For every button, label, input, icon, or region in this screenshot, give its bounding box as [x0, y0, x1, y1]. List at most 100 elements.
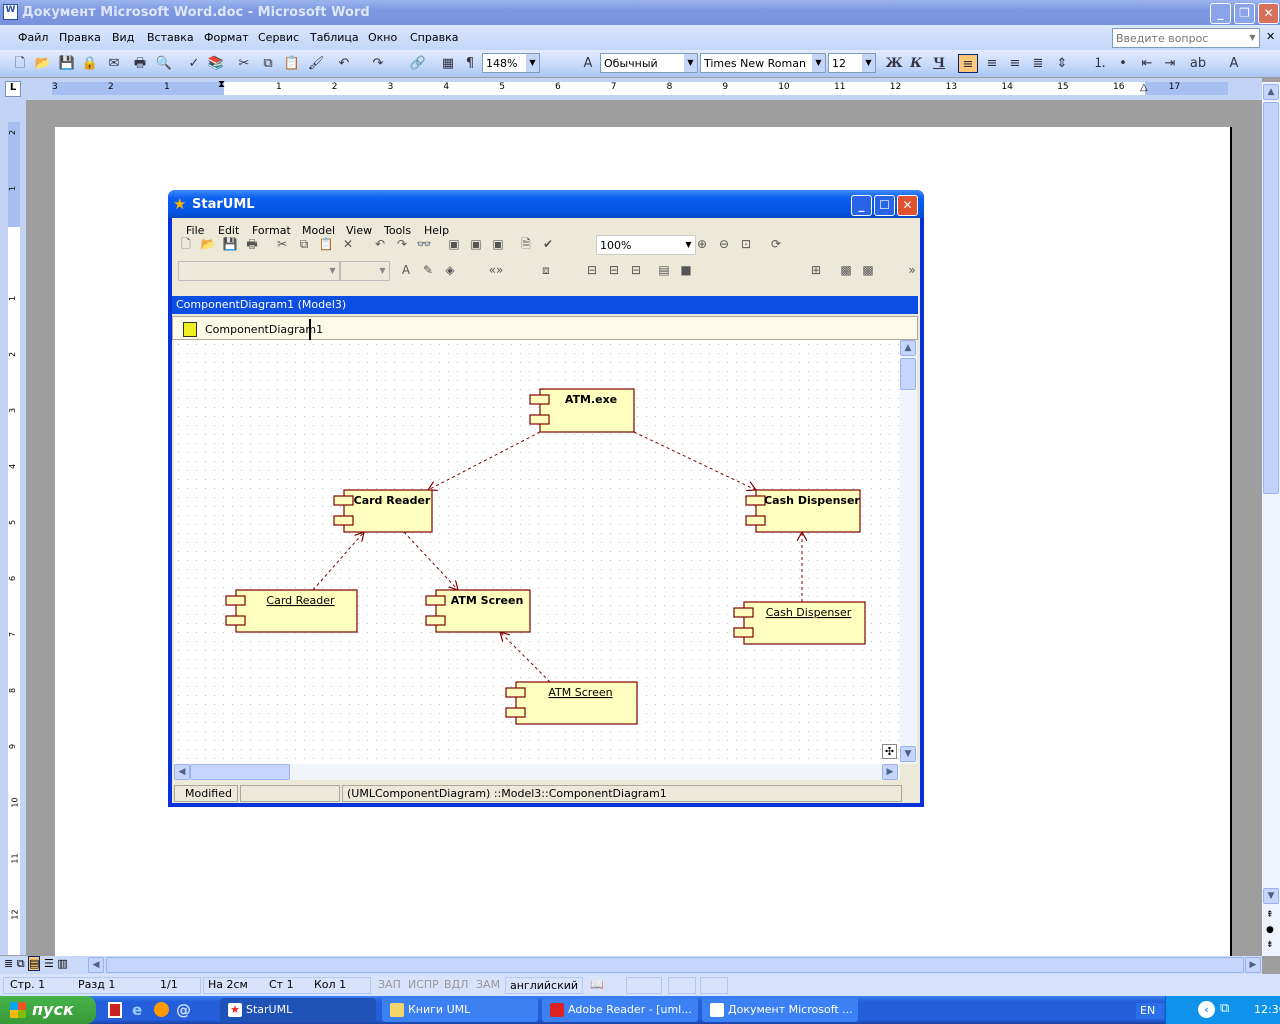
- menu-format[interactable]: Формат: [204, 31, 249, 44]
- scroll-right-button[interactable]: ▶: [1245, 957, 1261, 973]
- show-formatting-icon[interactable]: ¶: [460, 54, 480, 73]
- right-indent-marker-icon[interactable]: △: [1140, 82, 1148, 93]
- status-trk[interactable]: ИСПР: [404, 977, 443, 994]
- line-spacing-icon[interactable]: ⇕: [1052, 54, 1072, 73]
- staruml-zoom-select[interactable]: 100% ▼: [596, 235, 696, 255]
- menu-edit[interactable]: Правка: [59, 31, 101, 44]
- component-card-readerinstance[interactable]: Card Reader: [225, 589, 358, 633]
- diagram-icon-1[interactable]: ▣: [444, 234, 464, 254]
- new-document-icon[interactable]: 🗋: [10, 54, 30, 73]
- paste-icon[interactable]: 📋: [282, 54, 302, 73]
- menu-table[interactable]: Таблица: [310, 31, 359, 44]
- back-icon[interactable]: ▩: [858, 260, 878, 280]
- network-icon[interactable]: ⧉: [1220, 1001, 1229, 1016]
- undo-icon[interactable]: ↶: [334, 54, 354, 73]
- zoom-out-icon[interactable]: ⊖: [714, 234, 734, 254]
- chevron-down-icon[interactable]: ▼: [526, 54, 539, 72]
- scroll-left-button[interactable]: ◀: [88, 957, 104, 973]
- check-icon[interactable]: ✔: [538, 234, 558, 254]
- diagram-vertical-scrollbar[interactable]: ▲ ▼: [900, 340, 917, 764]
- font-size-select[interactable]: 12 ▼: [828, 53, 876, 73]
- indent-marker-icon[interactable]: ⧗: [218, 79, 225, 90]
- align2-icon[interactable]: ⊟: [604, 260, 624, 280]
- close-document-icon[interactable]: ✕: [1266, 30, 1275, 43]
- menu-window[interactable]: Окно: [368, 31, 397, 44]
- menu-help[interactable]: Справка: [410, 31, 458, 44]
- delete-icon[interactable]: ✕: [338, 234, 358, 254]
- scroll-up-button[interactable]: ▲: [1263, 84, 1279, 100]
- chevron-down-icon[interactable]: ▼: [682, 236, 695, 254]
- package-icon[interactable]: ■: [676, 260, 696, 280]
- brush-icon[interactable]: ✎: [418, 260, 438, 280]
- scroll-thumb[interactable]: [1263, 102, 1279, 494]
- vertical-scrollbar[interactable]: ▲ ▼ ⇞ ● ⇟: [1262, 82, 1280, 956]
- view-mode-icons[interactable]: ≣ ⧉ ▤ ☰ ▥: [4, 956, 68, 971]
- ie-icon[interactable]: e: [132, 1001, 142, 1019]
- font-icon[interactable]: A: [396, 260, 416, 280]
- scroll-up-button[interactable]: ▲: [900, 340, 916, 356]
- scroll-thumb[interactable]: [900, 358, 916, 390]
- font-name-select[interactable]: ▼: [178, 261, 340, 281]
- print-icon[interactable]: 🖶: [130, 54, 150, 73]
- scroll-down-button[interactable]: ▼: [900, 746, 916, 762]
- task-word[interactable]: Документ Microsoft ...: [702, 998, 858, 1022]
- copy-icon[interactable]: ⧉: [258, 54, 278, 73]
- front-icon[interactable]: ▩: [836, 260, 856, 280]
- note-icon[interactable]: ▤: [654, 260, 674, 280]
- diagram-horizontal-scrollbar[interactable]: ◀ ▶: [174, 764, 900, 780]
- start-button[interactable]: пуск: [0, 996, 96, 1024]
- font-size-select[interactable]: ▼: [340, 261, 390, 281]
- scroll-right-button[interactable]: ▶: [882, 764, 898, 780]
- copy-icon[interactable]: ⧉: [294, 234, 314, 254]
- cut-icon[interactable]: ✂: [272, 234, 292, 254]
- menu-file[interactable]: Файл: [18, 31, 48, 44]
- staruml-close-button[interactable]: ✕: [897, 195, 918, 216]
- scroll-left-button[interactable]: ◀: [174, 764, 190, 780]
- diagram-icon-3[interactable]: ▣: [488, 234, 508, 254]
- close-button[interactable]: ✕: [1258, 3, 1279, 24]
- refresh-icon[interactable]: ⟳: [766, 234, 786, 254]
- restore-button[interactable]: ❐: [1234, 3, 1255, 24]
- format-painter-icon[interactable]: 🖌: [306, 54, 326, 73]
- staruml-maximize-button[interactable]: ☐: [874, 195, 895, 216]
- layout-tree-icon[interactable]: ⊞: [806, 260, 826, 280]
- align-icon[interactable]: ⊟: [582, 260, 602, 280]
- minimize-button[interactable]: _: [1210, 3, 1231, 24]
- component-atm-screeninstance[interactable]: ATM Screen: [505, 681, 638, 725]
- component-cash-dispenser[interactable]: Cash Dispenser: [745, 489, 861, 533]
- redo-icon[interactable]: ↷: [368, 54, 388, 73]
- horizontal-ruler[interactable]: L 3 2 1 1 2 3 4 5 6 7 8 9 10 11 12 13 14 15 16 17 ⧗ △: [0, 78, 1262, 100]
- justify-icon[interactable]: ≣: [1028, 54, 1048, 73]
- chevron-down-icon[interactable]: ▼: [326, 262, 339, 280]
- styles-icon[interactable]: A: [578, 54, 598, 73]
- more-icon[interactable]: »: [902, 260, 922, 280]
- status-ext[interactable]: ВДЛ: [440, 977, 472, 994]
- align-left-button[interactable]: ≡: [958, 54, 978, 73]
- tab-componentdiagram1[interactable]: ComponentDiagram1: [179, 319, 323, 340]
- tray-expand-icon[interactable]: ‹: [1198, 1001, 1215, 1018]
- chevron-down-icon[interactable]: ▼: [862, 54, 875, 72]
- chevron-down-icon[interactable]: ▼: [376, 262, 389, 280]
- numbering-icon[interactable]: ⒈: [1090, 54, 1110, 73]
- italic-button[interactable]: К: [906, 54, 926, 73]
- open-icon[interactable]: 📂: [33, 54, 53, 73]
- paste-icon[interactable]: 📋: [316, 234, 336, 254]
- spelling-icon[interactable]: ✓: [184, 54, 204, 73]
- print-icon[interactable]: 🖶: [242, 234, 262, 254]
- hyperlink-icon[interactable]: 🔗: [408, 54, 428, 73]
- decrease-indent-icon[interactable]: ⇤: [1137, 54, 1157, 73]
- dependency-arrow[interactable]: [428, 431, 541, 490]
- dependency-arrow[interactable]: [500, 632, 551, 683]
- scroll-down-button[interactable]: ▼: [1263, 888, 1279, 904]
- scroll-thumb[interactable]: [190, 764, 290, 780]
- pan-icon[interactable]: ✣: [882, 744, 897, 759]
- ask-question-input[interactable]: Введите вопрос ▼: [1112, 28, 1260, 48]
- menu-view[interactable]: Вид: [112, 31, 134, 44]
- font-color-icon[interactable]: A: [1224, 54, 1244, 73]
- vertical-ruler[interactable]: 2 1 1 2 3 4 5 6 7 8 9 10 11 12: [0, 100, 26, 955]
- component-atm-screen[interactable]: ATM Screen: [425, 589, 531, 633]
- open-icon[interactable]: 📂: [198, 234, 218, 254]
- underline-button[interactable]: Ч: [929, 54, 949, 73]
- staruml-minimize-button[interactable]: _: [851, 195, 872, 216]
- outlook-icon[interactable]: @: [176, 1001, 191, 1019]
